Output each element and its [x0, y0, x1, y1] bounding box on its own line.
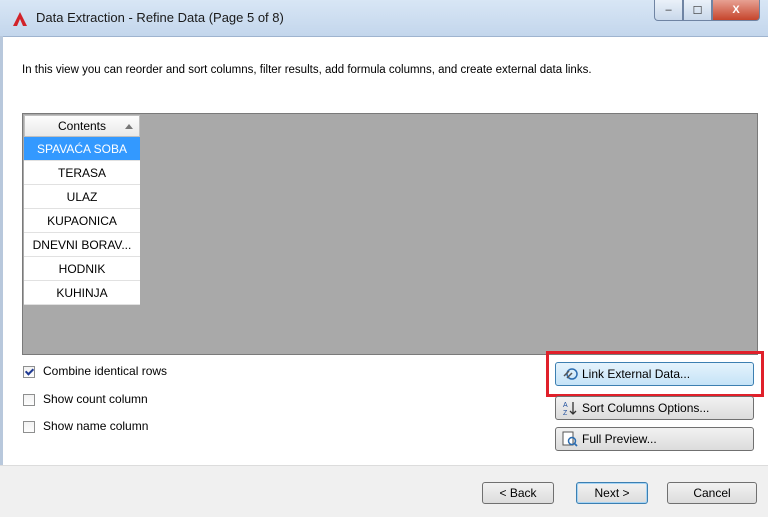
cancel-label: Cancel	[693, 486, 731, 500]
window-frame-edge	[0, 36, 3, 517]
full-preview-button[interactable]: Full Preview...	[555, 427, 754, 451]
svg-text:A: A	[563, 402, 568, 409]
show-name-column-label: Show name column	[43, 419, 149, 433]
table-row[interactable]: DNEVNI BORAV...	[24, 233, 140, 257]
footer	[0, 466, 768, 517]
sort-az-icon: A Z	[563, 402, 577, 416]
title-bar: Data Extraction - Refine Data (Page 5 of…	[0, 0, 768, 37]
table-row[interactable]: TERASA	[24, 161, 140, 185]
combine-identical-rows-label: Combine identical rows	[43, 364, 168, 378]
column-header-contents[interactable]: Contents	[24, 115, 140, 137]
show-name-column-checkbox[interactable]	[23, 421, 35, 433]
table-row[interactable]: KUHINJA	[24, 281, 140, 305]
data-grid[interactable]: Contents SPAVAĆA SOBA TERASA ULAZ KUPAON…	[22, 113, 758, 355]
link-external-data-button[interactable]: Link External Data...	[555, 362, 754, 386]
full-preview-label: Full Preview...	[582, 432, 657, 446]
description-text: In this view you can reorder and sort co…	[22, 64, 592, 76]
link-external-data-label: Link External Data...	[582, 367, 691, 381]
table-row[interactable]: ULAZ	[24, 185, 140, 209]
cancel-button[interactable]: Cancel	[667, 482, 757, 504]
sort-ascending-icon	[125, 124, 133, 129]
table-row[interactable]: KUPAONICA	[24, 209, 140, 233]
full-preview-icon	[562, 431, 578, 447]
autocad-logo-icon	[13, 12, 27, 26]
sort-columns-options-label: Sort Columns Options...	[582, 401, 710, 415]
sort-columns-options-button[interactable]: A Z Sort Columns Options...	[555, 396, 754, 420]
column-header-label: Contents	[57, 119, 107, 133]
next-label: Next >	[594, 486, 630, 500]
close-icon: X	[732, 4, 740, 16]
maximize-button[interactable]: ☐	[683, 0, 712, 21]
table-row[interactable]: SPAVAĆA SOBA	[24, 137, 140, 161]
back-label: < Back	[499, 486, 537, 500]
close-button[interactable]: X	[712, 0, 760, 21]
minimize-button[interactable]: –	[654, 0, 683, 21]
next-button[interactable]: Next >	[576, 482, 648, 504]
minimize-icon: –	[665, 4, 672, 16]
maximize-icon: ☐	[692, 4, 703, 17]
window-title: Data Extraction - Refine Data (Page 5 of…	[36, 10, 284, 25]
window-controls: – ☐ X	[654, 0, 760, 21]
link-external-data-icon	[563, 368, 578, 380]
table-row[interactable]: HODNIK	[24, 257, 140, 281]
combine-identical-rows-checkbox[interactable]	[23, 366, 35, 378]
back-button[interactable]: < Back	[482, 482, 554, 504]
show-count-column-checkbox[interactable]	[23, 394, 35, 406]
svg-text:Z: Z	[563, 410, 568, 416]
show-count-column-label: Show count column	[43, 392, 148, 406]
